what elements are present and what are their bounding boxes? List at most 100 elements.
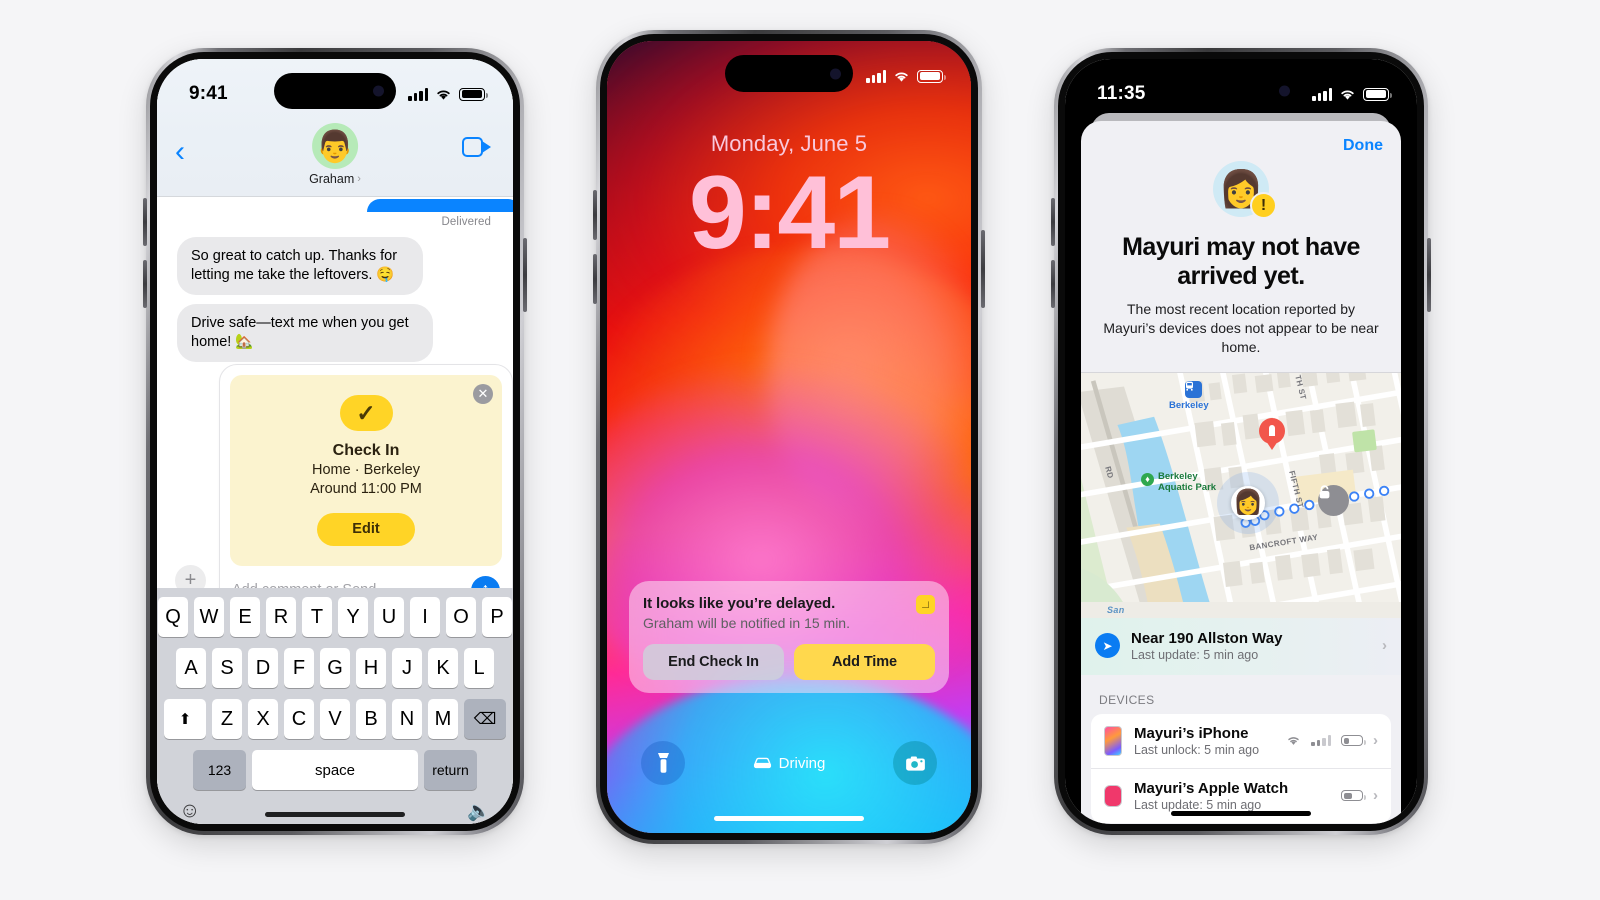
battery-icon: [917, 69, 946, 83]
wifi-icon: [895, 72, 908, 82]
phone-lock-screen: Monday, June 5 9:41 It looks like you’re…: [593, 30, 985, 844]
return-key[interactable]: return: [424, 750, 477, 790]
location-pin-icon[interactable]: [1259, 417, 1285, 444]
key-k[interactable]: K: [428, 648, 458, 688]
cellular-signal-icon: [1311, 735, 1331, 747]
avatar-emoji: 👨: [315, 128, 355, 164]
volume-up-button[interactable]: [593, 190, 597, 240]
end-check-in-button[interactable]: End Check In: [643, 644, 784, 680]
key-s[interactable]: S: [212, 648, 242, 688]
key-v[interactable]: V: [320, 699, 350, 739]
device-name: Mayuri’s Apple Watch: [1134, 779, 1289, 797]
key-b[interactable]: B: [356, 699, 386, 739]
check-in-notification[interactable]: It looks like you’re delayed. Graham wil…: [629, 581, 949, 693]
key-l[interactable]: L: [464, 648, 494, 688]
map-label-berkeley-station: Berkeley: [1169, 399, 1209, 411]
add-time-button[interactable]: Add Time: [794, 644, 935, 680]
key-x[interactable]: X: [248, 699, 278, 739]
map-view[interactable]: Berkeley ♦ Berkeley Aquatic Park TH ST FI…: [1081, 372, 1401, 618]
shift-key[interactable]: ⬆: [164, 699, 206, 739]
edit-button[interactable]: Edit: [317, 512, 415, 546]
focus-status[interactable]: Driving: [753, 755, 825, 772]
key-d[interactable]: D: [248, 648, 278, 688]
cellular-signal-icon: [866, 69, 886, 83]
key-f[interactable]: F: [284, 648, 314, 688]
power-button[interactable]: [1427, 238, 1431, 312]
battery-icon: [459, 87, 488, 101]
lock-time: 9:41: [688, 155, 891, 271]
train-glyph: [1186, 381, 1193, 391]
volume-up-button[interactable]: [143, 198, 147, 246]
phone1-screen: ‹ 👨 Graham › 9:41 Delivered So great to …: [157, 59, 513, 824]
camera-icon[interactable]: [893, 741, 937, 785]
done-button[interactable]: Done: [1343, 137, 1383, 155]
back-chevron-icon[interactable]: ‹: [175, 137, 185, 167]
volume-down-button[interactable]: [1051, 260, 1055, 308]
check-mark-icon: ✓: [339, 395, 393, 431]
key-n[interactable]: N: [392, 699, 422, 739]
volume-down-button[interactable]: [143, 260, 147, 308]
apple-watch-icon: [1104, 784, 1122, 807]
key-i[interactable]: I: [410, 597, 440, 637]
check-in-location: Home · Berkeley: [312, 462, 420, 478]
key-e[interactable]: E: [230, 597, 260, 637]
last-location-row[interactable]: ➤ Near 190 Allston Way Last update: 5 mi…: [1081, 617, 1401, 675]
close-icon[interactable]: ✕: [473, 384, 493, 404]
backspace-key[interactable]: ⌫: [464, 699, 506, 739]
flashlight-icon[interactable]: [641, 741, 685, 785]
facetime-body: [462, 137, 483, 157]
device-status-icons: ›: [1341, 787, 1378, 804]
key-q[interactable]: Q: [158, 597, 188, 637]
power-button[interactable]: [981, 230, 985, 308]
contact-info[interactable]: 👨 Graham ›: [309, 123, 361, 186]
status-bar: 11:35: [1065, 59, 1417, 113]
check-in-card-body: ✕ ✓ Check In Home · Berkeley Around 11:0…: [230, 375, 502, 566]
lock-screen-controls: Driving: [607, 741, 971, 785]
facetime-icon[interactable]: [462, 137, 491, 157]
flashlight-glyph: [657, 753, 669, 773]
status-bar: [607, 41, 971, 95]
power-button[interactable]: [523, 238, 527, 312]
lock-icon[interactable]: [1318, 484, 1349, 516]
device-name: Mayuri’s iPhone: [1134, 724, 1249, 742]
key-u[interactable]: U: [374, 597, 404, 637]
chevron-right-icon: ›: [1382, 637, 1387, 655]
key-r[interactable]: R: [266, 597, 296, 637]
key-j[interactable]: J: [392, 648, 422, 688]
home-indicator[interactable]: [714, 816, 864, 821]
numbers-key[interactable]: 123: [193, 750, 246, 790]
microphone-icon[interactable]: 🔈: [467, 799, 491, 823]
key-m[interactable]: M: [428, 699, 458, 739]
volume-up-button[interactable]: [1051, 198, 1055, 246]
key-h[interactable]: H: [356, 648, 386, 688]
home-indicator[interactable]: [265, 812, 405, 817]
delivered-status: Delivered: [441, 216, 491, 228]
check-in-card[interactable]: ✕ ✓ Check In Home · Berkeley Around 11:0…: [219, 364, 513, 617]
person-location-avatar[interactable]: 👩: [1231, 485, 1265, 520]
device-subtitle: Last update: 5 min ago: [1134, 797, 1262, 812]
lock-glyph: [1319, 485, 1330, 499]
person-memoji-avatar: 👩 !: [1213, 161, 1277, 219]
keyboard-row-3: ⬆ Z X C V B N M ⌫: [157, 699, 513, 739]
contact-name-row: Graham ›: [309, 172, 361, 186]
key-p[interactable]: P: [482, 597, 512, 637]
key-t[interactable]: T: [302, 597, 332, 637]
key-o[interactable]: O: [446, 597, 476, 637]
device-row-iphone[interactable]: Mayuri’s iPhone Last unlock: 5 min ago ›: [1091, 714, 1391, 768]
location-text: Near 190 Allston Way Last update: 5 min …: [1131, 630, 1282, 662]
sheet-subtitle: The most recent location reported by May…: [1103, 301, 1379, 355]
key-w[interactable]: W: [194, 597, 224, 637]
devices-section-header: DEVICES: [1099, 692, 1155, 707]
volume-down-button[interactable]: [593, 254, 597, 304]
key-y[interactable]: Y: [338, 597, 368, 637]
keyboard-row-4: 123 space return: [157, 750, 513, 790]
emoji-icon[interactable]: ☺: [179, 799, 200, 823]
find-my-root: 11:35 Done 👩 ! Mayuri may not have arriv…: [1065, 59, 1417, 824]
key-g[interactable]: G: [320, 648, 350, 688]
home-indicator[interactable]: [1171, 811, 1311, 816]
transit-station-icon: [1185, 380, 1202, 398]
key-c[interactable]: C: [284, 699, 314, 739]
key-a[interactable]: A: [176, 648, 206, 688]
key-z[interactable]: Z: [212, 699, 242, 739]
space-key[interactable]: space: [252, 750, 418, 790]
